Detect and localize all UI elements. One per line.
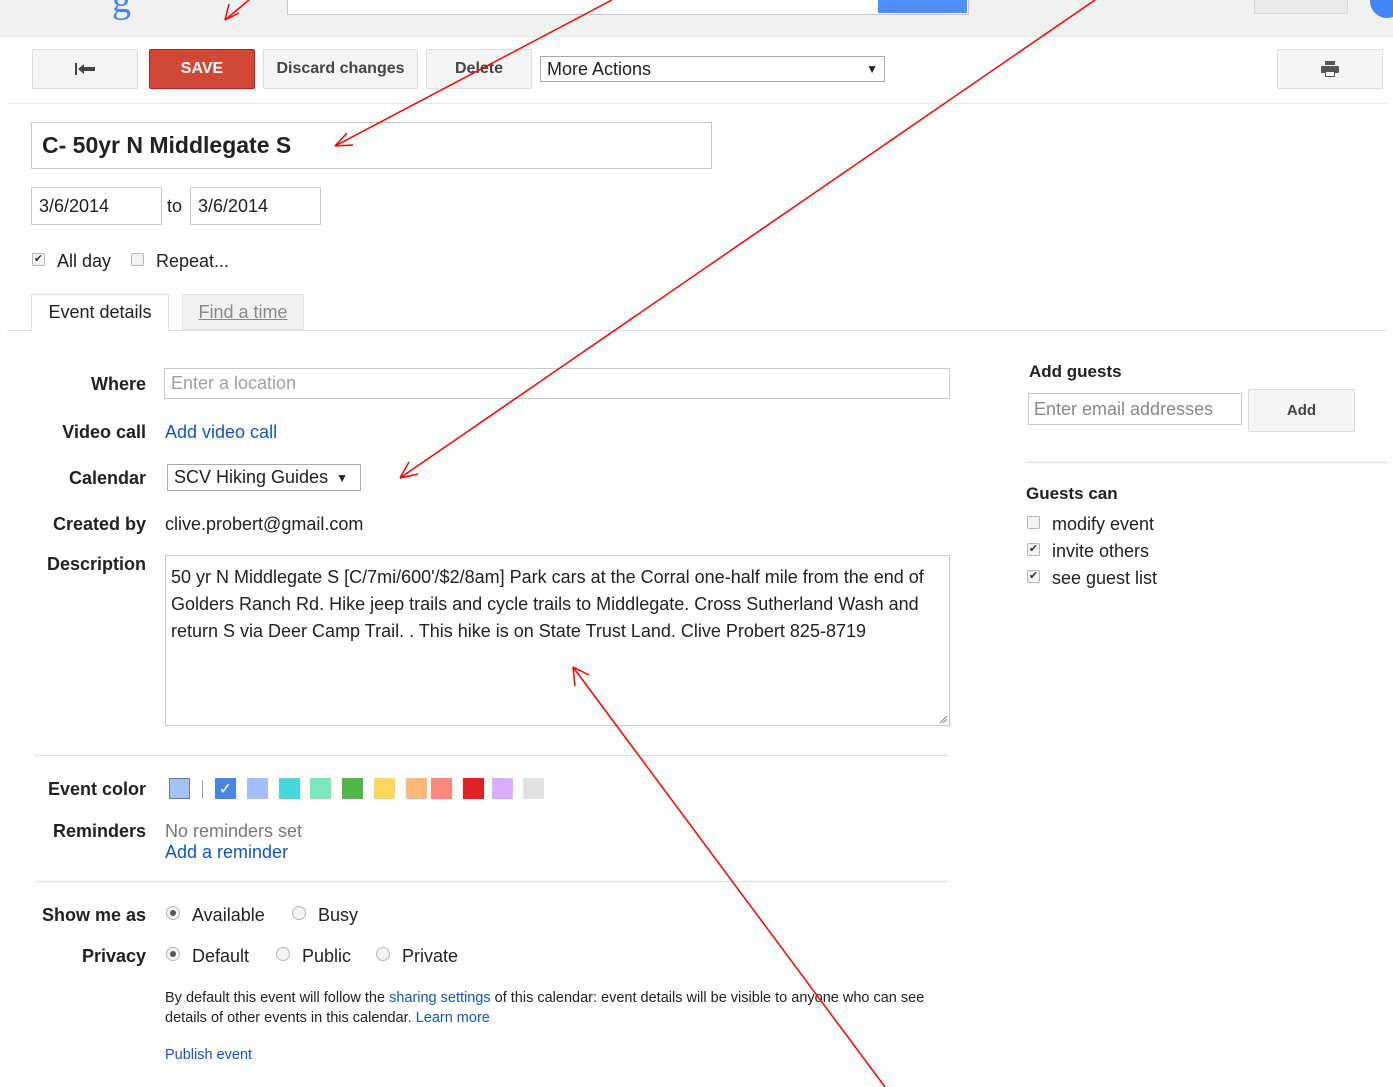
annotation-arrow-description	[572, 666, 886, 1087]
annotation-arrow-title	[334, 0, 613, 147]
annotation-arrow-save	[224, 0, 250, 21]
annotation-arrows	[224, 0, 1096, 1087]
annotation-arrow-calendar	[399, 0, 1096, 479]
